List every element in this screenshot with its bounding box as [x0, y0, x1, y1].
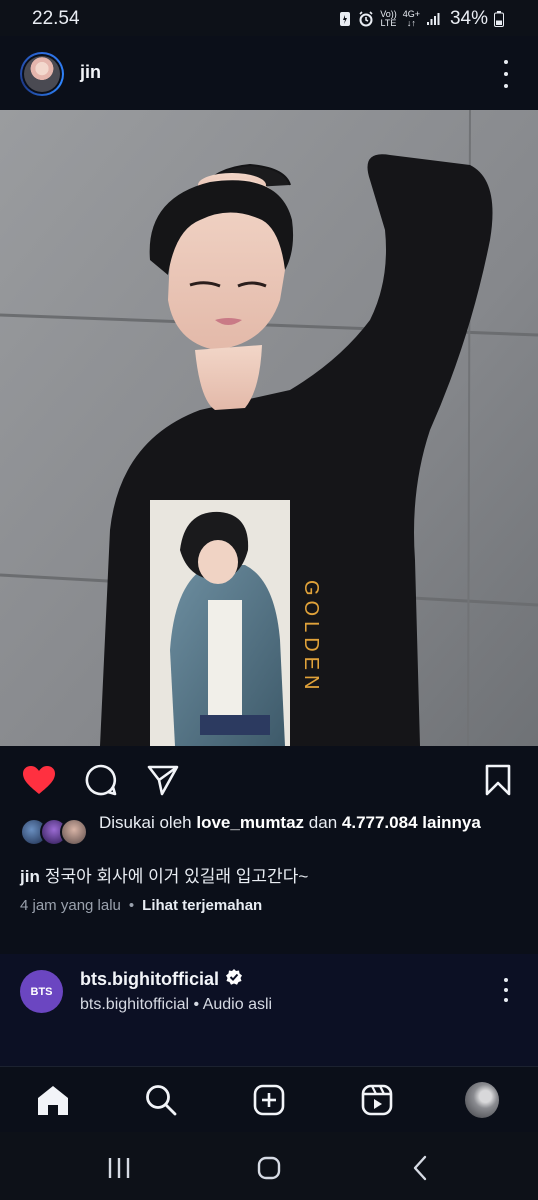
comment-icon[interactable]: [81, 760, 121, 800]
network-type-icon: 4G+ ↓↑: [402, 9, 420, 28]
post-caption: jin 정국아 회사에 이거 있길래 입고간다~: [20, 862, 308, 887]
share-icon[interactable]: [143, 760, 183, 800]
heart-icon[interactable]: [19, 760, 59, 800]
battery-percent: 34%: [449, 8, 488, 29]
caption-username[interactable]: jin: [20, 867, 40, 886]
post-photo[interactable]: GOLDEN: [0, 110, 538, 746]
post-actions: [0, 746, 538, 814]
recents-icon[interactable]: [105, 1154, 133, 1182]
next-post-audio[interactable]: bts.bighitofficial • Audio asli: [80, 996, 272, 1014]
verified-badge-icon: [225, 968, 243, 991]
post-avatar[interactable]: [20, 52, 64, 96]
battery-icon: [494, 11, 504, 27]
caption-text: 정국아 회사에 이거 있길래 입고간다~: [44, 867, 309, 886]
post-time: 4 jam yang lalu: [20, 897, 121, 914]
home-icon[interactable]: [36, 1083, 70, 1117]
liker-username[interactable]: love_mumtaz: [196, 813, 304, 832]
search-icon[interactable]: [144, 1083, 178, 1117]
battery-saver-icon: [338, 11, 352, 27]
likes-others[interactable]: lainnya: [422, 813, 481, 832]
next-post-username-row[interactable]: bts.bighitofficial: [80, 968, 243, 991]
bottom-nav: [0, 1066, 538, 1132]
next-post-header: BTS bts.bighitofficial bts.bighitofficia…: [0, 954, 538, 1066]
system-nav-bar: [0, 1132, 538, 1200]
meta-separator: •: [128, 897, 135, 914]
back-icon[interactable]: [406, 1154, 434, 1182]
liker-avatar: [60, 818, 88, 846]
bts-avatar[interactable]: BTS: [20, 970, 63, 1013]
save-icon[interactable]: [478, 760, 518, 800]
likes-row[interactable]: Disukai oleh love_mumtaz dan 4.777.084 l…: [20, 810, 520, 858]
status-bar: 22.54 Vo)) LTE 4G+ ↓↑ 34%: [0, 0, 538, 36]
reels-icon[interactable]: [360, 1083, 394, 1117]
liked-by-avatars: [20, 818, 90, 846]
signal-icon: [426, 12, 440, 26]
home-circle-icon[interactable]: [255, 1154, 283, 1182]
likes-text: Disukai oleh love_mumtaz dan 4.777.084 l…: [99, 813, 481, 832]
likes-count[interactable]: 4.777.084: [342, 813, 418, 832]
create-icon[interactable]: [252, 1083, 286, 1117]
post-meta: 4 jam yang lalu • Lihat terjemahan: [20, 897, 262, 914]
post-header: jin: [0, 36, 538, 110]
post-username[interactable]: jin: [80, 62, 101, 83]
alarm-icon: [358, 11, 374, 27]
shirt-text: GOLDEN: [300, 580, 322, 694]
status-time: 22.54: [32, 8, 80, 29]
more-options-icon[interactable]: [498, 60, 514, 88]
profile-avatar[interactable]: [465, 1082, 499, 1118]
see-translation-link[interactable]: Lihat terjemahan: [142, 897, 262, 914]
status-icons: Vo)) LTE 4G+ ↓↑ 34%: [338, 8, 504, 30]
next-post-username[interactable]: bts.bighitofficial: [80, 969, 219, 990]
next-post-more-icon[interactable]: [498, 978, 514, 1002]
volte-icon: Vo)) LTE: [380, 9, 397, 28]
